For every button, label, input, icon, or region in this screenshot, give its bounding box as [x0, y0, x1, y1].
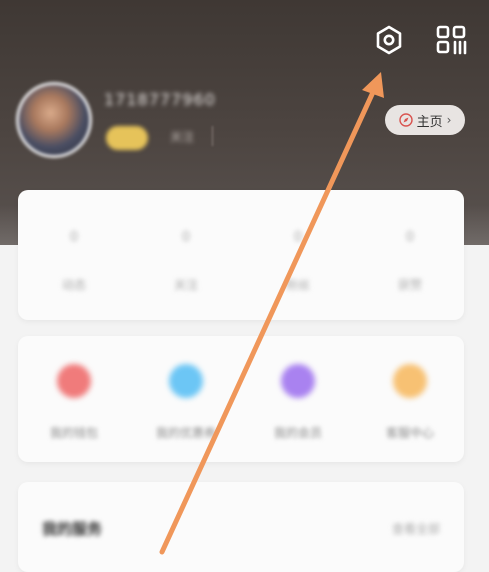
compass-icon: [398, 113, 413, 127]
stat-value: 0: [405, 230, 415, 245]
stat-item[interactable]: 0 获赞: [380, 230, 440, 293]
wallet-icon: [57, 364, 91, 398]
service-item[interactable]: 我的钱包: [24, 364, 124, 441]
follow-text: 关注: [170, 130, 195, 144]
level-badge: [106, 126, 148, 150]
qr-scan-icon[interactable]: [434, 24, 470, 56]
services-card: 我的钱包 我的优惠券 我的会员 客服中心: [18, 336, 464, 462]
service-item[interactable]: 我的优惠券: [136, 364, 236, 441]
section-title: 我的服务: [42, 520, 103, 538]
avatar[interactable]: [16, 82, 92, 158]
coupon-icon: [169, 364, 203, 398]
customer-service-icon: [393, 364, 427, 398]
chevron-right-icon: ›: [446, 113, 452, 127]
stat-value: 0: [181, 230, 191, 245]
stat-value: 0: [293, 230, 303, 245]
username: 1718777960: [104, 90, 216, 109]
stats-card: 0 动态 0 关注 0 粉丝 0 获赞: [18, 190, 464, 320]
stat-item[interactable]: 0 关注: [156, 230, 216, 293]
stat-label: 粉丝: [285, 278, 310, 292]
service-label: 我的会员: [273, 426, 322, 440]
home-button-label: 主页: [416, 114, 443, 130]
stat-value: 0: [69, 230, 79, 245]
divider: [212, 126, 213, 146]
service-label: 我的优惠券: [155, 426, 216, 440]
home-page-button[interactable]: 主页 ›: [385, 105, 465, 135]
stat-item[interactable]: 0 粉丝: [268, 230, 328, 293]
section-more-link[interactable]: 查看全部: [392, 520, 440, 537]
service-item[interactable]: 我的会员: [248, 364, 348, 441]
stat-label: 获赞: [397, 278, 422, 292]
service-item[interactable]: 客服中心: [360, 364, 460, 441]
stat-label: 关注: [173, 278, 198, 292]
stat-item[interactable]: 0 动态: [44, 230, 104, 293]
membership-icon: [281, 364, 315, 398]
stat-label: 动态: [61, 278, 86, 292]
service-label: 客服中心: [385, 426, 434, 440]
my-services-section: 我的服务 查看全部: [18, 482, 464, 572]
service-label: 我的钱包: [49, 426, 98, 440]
settings-icon[interactable]: [373, 24, 405, 56]
